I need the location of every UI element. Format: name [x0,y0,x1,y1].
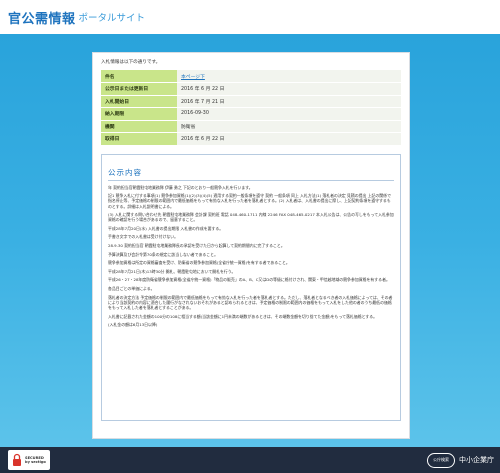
footer-agency: 公庁検索 中小企業庁 [427,452,494,468]
subject-link[interactable]: 本ページ下 [181,75,205,80]
notice-paragraph: 各品目ごとの単価による。 [108,286,155,292]
row-value-agency: 防衛省 [177,120,401,133]
table-row: 公示日または更新日 2016 年 6 月 22 日 [101,82,401,96]
notice-paragraph: 年 契約担当官朝霞駐屯地業務隊 伊藤 勇之 下記のとおり一般競争入札を行います。 [108,184,253,190]
agency-name[interactable]: 中小企業庁 [459,455,494,465]
table-row: 機関 防衛省 [101,120,401,133]
table-row: 入札開始日 2016 年 7 月 21 日 [101,95,401,108]
table-row: 取得日 2016 年 6 月 22 日 [101,132,401,146]
lock-icon [13,453,21,466]
security-seal-text: SECURED by sectigo [25,456,46,465]
row-label-subject: 件名 [101,70,177,83]
notice-paragraph: 記1 競争入札に付する事項(1) 競争参加資格(1)(2)(3)(4)(5) 適… [108,193,391,209]
row-label-published: 公示日または更新日 [101,82,177,96]
detail-card: 入札情報は以下の通りです。 件名 本ページ下 公示日または更新日 2016 年 … [92,52,410,439]
row-label-deadline: 納入期限 [101,107,177,121]
row-value-published: 2016 年 6 月 22 日 [177,82,401,96]
security-seal[interactable]: SECURED by sectigo [8,450,50,470]
site-logo-title[interactable]: 官公需情報 [8,8,76,27]
site-footer: SECURED by sectigo 公庁検索 中小企業庁 [0,447,500,473]
table-row: 件名 本ページ下 [101,70,401,83]
row-value-bid-start: 2016 年 7 月 21 日 [177,95,401,108]
site-logo-subtitle[interactable]: ポータルサイト [79,10,146,24]
notice-paragraph: 手書き文字での入札書は受け付けない。 [108,234,179,240]
notice-paragraph: 競争参加資格は所定の資格審査を受け、防衛省の競争参加資格(全省庁統一資格)を有す… [108,260,290,266]
notice-paragraph: 28.9.30 契約担当官 朝霞駐屯地業務隊長の承認を受けた日から起算して契約期… [108,243,285,249]
notice-paragraph: 平成26・27・28年度防衛省競争参加資格(全省庁統一資格)「物品の販売」のA、… [108,277,390,283]
notice-title: 公示内容 [108,167,394,181]
table-row: 納入期限 2016-09-30 [101,107,401,121]
notice-box: 公示内容 年 契約担当官朝霞駐屯地業務隊 伊藤 勇之 下記のとおり一般競争入札を… [101,153,401,421]
security-seal-line2: by sectigo [25,460,46,464]
row-label-bid-start: 入札開始日 [101,95,177,108]
row-label-agency: 機関 [101,120,177,133]
row-label-acquired: 取得日 [101,132,177,146]
agency-badge[interactable]: 公庁検索 [427,452,455,468]
site-header: 官公需情報 ポータルサイト [0,0,500,34]
notice-paragraph: (3) 入札に関する問い合わせ先 朝霞駐屯地業務隊 会計課 契約班 電話 048… [108,212,394,223]
row-value-subject: 本ページ下 [177,70,401,83]
notice-paragraph: 落札者の決定方法 予定価格の制限の範囲内で最低価格をもって有効な入札を行った者を… [108,294,393,311]
notice-paragraph: 予算決算及び会計令第70条の規定に該当しない者であること。 [108,251,218,257]
notice-paragraph: 入札書に記載された金額の100分の108に相当する額(当該金額に1円未満の端数が… [108,313,378,319]
notice-paragraph: 平成28年7月20日(水) 入札書の提出期限 入札書の作成を要する。 [108,225,224,231]
row-value-acquired: 2016 年 6 月 22 日 [177,132,401,146]
row-value-deadline: 2016-09-30 [177,107,401,121]
notice-paragraph: (入札金の額は6月13日以降) [108,322,158,328]
detail-table: 件名 本ページ下 公示日または更新日 2016 年 6 月 22 日 入札開始日… [101,70,401,146]
notice-paragraph: 平成28年7月21日(木)13時30分 開札、朝霞駐屯地において開札を行う。 [108,268,236,274]
detail-intro: 入札情報は以下の通りです。 [101,60,161,65]
